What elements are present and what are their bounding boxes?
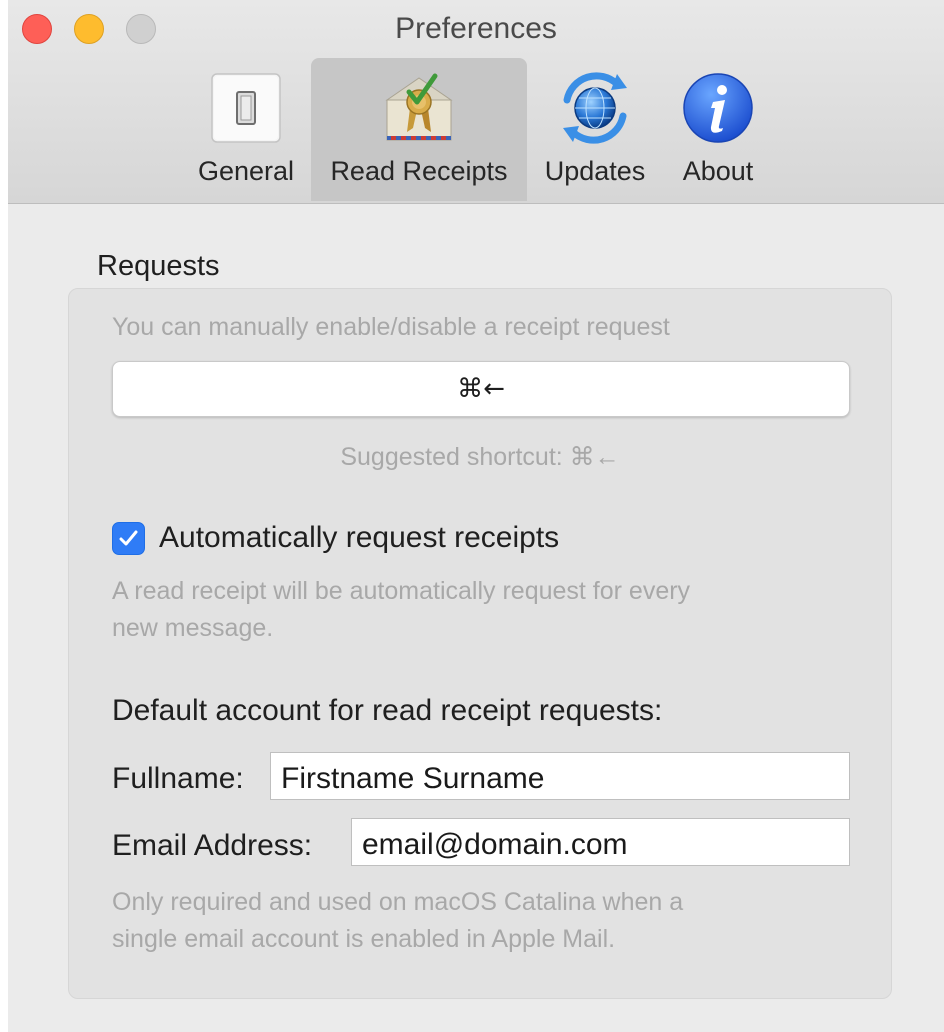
auto-request-hint-line2: new message. — [112, 614, 274, 642]
tab-updates[interactable]: Updates — [536, 58, 654, 201]
tab-general-label: General — [197, 156, 295, 186]
envelope-receipt-icon — [385, 73, 453, 141]
manual-toggle-hint: You can manually enable/disable a receip… — [112, 313, 670, 341]
auto-request-label[interactable]: Automatically request receipts — [159, 521, 559, 555]
email-label: Email Address: — [112, 829, 313, 862]
email-input[interactable] — [351, 818, 850, 866]
auto-request-hint-line1: A read receipt will be automatically req… — [112, 577, 691, 605]
preferences-window: Preferences General Read Receipts Update… — [8, 0, 944, 1032]
window-title: Preferences — [395, 12, 557, 45]
toggle-switch-icon — [211, 73, 281, 143]
toolbar: Preferences General Read Receipts Update… — [8, 0, 944, 204]
tab-read-receipts[interactable]: Read Receipts — [311, 58, 527, 201]
checkmark-icon — [119, 530, 138, 546]
tab-about[interactable]: About — [668, 58, 768, 201]
footer-hint-line1: Only required and used on macOS Catalina… — [112, 888, 684, 916]
fullname-input[interactable] — [270, 752, 850, 800]
fullname-label: Fullname: — [112, 762, 244, 795]
suggested-shortcut-hint: Suggested shortcut: ⌘← — [340, 443, 620, 471]
requests-section-title: Requests — [97, 250, 220, 282]
requests-group: You can manually enable/disable a receip… — [68, 288, 892, 999]
tab-read-receipts-label: Read Receipts — [330, 156, 508, 186]
footer-hint-line2: single email account is enabled in Apple… — [112, 925, 616, 953]
tab-general[interactable]: General — [190, 58, 302, 201]
globe-refresh-icon — [563, 72, 627, 144]
auto-request-checkbox[interactable] — [112, 522, 145, 555]
tab-about-label: About — [682, 156, 754, 186]
shortcut-recorder[interactable]: ⌘← — [112, 361, 850, 417]
default-account-label: Default account for read receipt request… — [112, 694, 663, 727]
info-icon — [683, 73, 753, 143]
tab-updates-label: Updates — [544, 156, 646, 186]
